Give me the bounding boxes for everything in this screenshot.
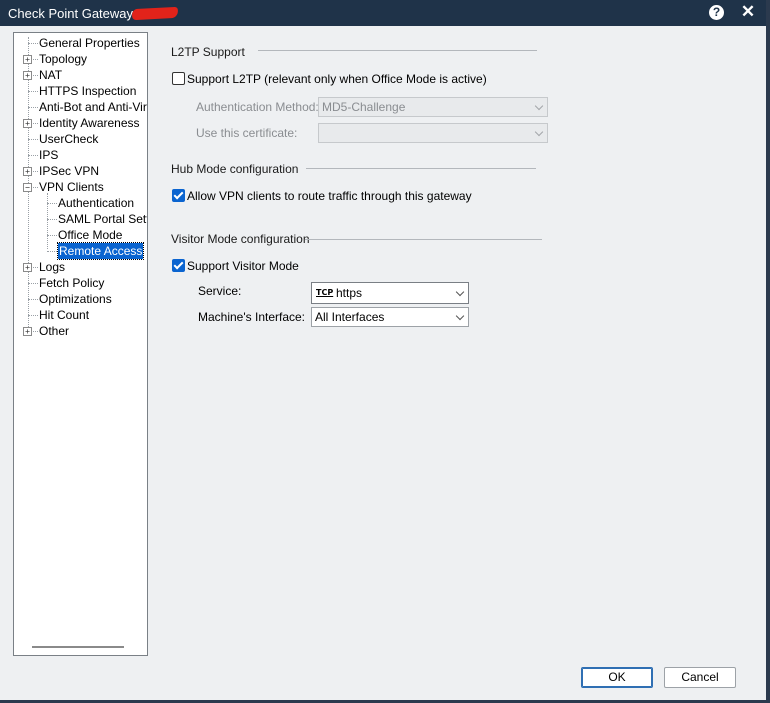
tree-item-label[interactable]: Other <box>39 323 69 339</box>
hub-mode-section-divider <box>306 168 536 169</box>
tree-item[interactable]: IPS <box>14 147 147 163</box>
tree-item[interactable]: + IPSec VPN <box>14 163 147 179</box>
l2tp-section-divider <box>258 50 537 51</box>
expand-icon[interactable]: + <box>23 167 32 176</box>
tree-item[interactable]: Authentication <box>14 195 147 211</box>
tree-item[interactable]: Office Mode <box>14 227 147 243</box>
tree-item-label[interactable]: SAML Portal Settin <box>58 211 147 227</box>
tree-branch-line <box>47 235 57 236</box>
auth-method-select[interactable]: MD5-Challenge <box>318 97 548 117</box>
expand-icon[interactable]: + <box>23 71 32 80</box>
tree-item[interactable]: Hit Count <box>14 307 147 323</box>
expand-icon[interactable]: + <box>23 263 32 272</box>
tree-item[interactable]: Anti-Bot and Anti-Virus <box>14 99 147 115</box>
tree-item[interactable]: + Identity Awareness <box>14 115 147 131</box>
tree-branch-line <box>28 91 38 92</box>
tree-item-label[interactable]: Remote Access <box>56 242 145 260</box>
tree-item[interactable]: + Logs <box>14 259 147 275</box>
tree-item[interactable]: − VPN Clients <box>14 179 147 195</box>
tree-branch-line <box>28 155 38 156</box>
ok-button[interactable]: OK <box>581 667 653 688</box>
chevron-down-icon <box>534 101 544 111</box>
tree-item-label[interactable]: IPSec VPN <box>39 163 99 179</box>
redacted-gateway-name <box>131 6 179 21</box>
auth-method-value: MD5-Challenge <box>322 100 406 114</box>
allow-vpn-routing-checkbox[interactable] <box>172 189 185 202</box>
chevron-down-icon <box>455 311 465 321</box>
tree-item-label[interactable]: Anti-Bot and Anti-Virus <box>39 99 147 115</box>
tree-branch-line <box>28 107 38 108</box>
certificate-label: Use this certificate: <box>196 126 298 140</box>
tree-item-label[interactable]: Fetch Policy <box>39 275 104 291</box>
title-bar[interactable]: Check Point Gateway - ? ✕ <box>0 0 766 26</box>
tree-branch-line <box>28 43 38 44</box>
tree-item-label[interactable]: Office Mode <box>58 227 122 243</box>
window-right-edge <box>766 0 770 703</box>
tree-item-label[interactable]: Authentication <box>58 195 134 211</box>
support-visitor-mode-checkbox[interactable] <box>172 259 185 272</box>
tree-item[interactable]: HTTPS Inspection <box>14 83 147 99</box>
tree-item-label[interactable]: Topology <box>39 51 87 67</box>
tree-item[interactable]: General Properties <box>14 35 147 51</box>
tree-branch-line <box>28 139 38 140</box>
collapse-icon[interactable]: − <box>23 183 32 192</box>
tree-branch-line <box>47 251 57 252</box>
tree-item[interactable]: Optimizations <box>14 291 147 307</box>
close-icon[interactable]: ✕ <box>740 2 756 22</box>
visitor-mode-section-divider <box>305 239 542 240</box>
auth-method-label: Authentication Method: <box>196 100 319 114</box>
tree-branch-line <box>28 283 38 284</box>
chevron-down-icon <box>455 287 465 297</box>
tree-item-label[interactable]: Identity Awareness <box>39 115 140 131</box>
certificate-select[interactable] <box>318 123 548 143</box>
service-value: https <box>336 286 363 300</box>
tree-item-label[interactable]: General Properties <box>39 35 140 51</box>
support-l2tp-checkbox[interactable] <box>172 72 185 85</box>
tree-item-label[interactable]: Logs <box>39 259 65 275</box>
machine-interface-label: Machine's Interface: <box>198 310 306 324</box>
tree-item[interactable]: + NAT <box>14 67 147 83</box>
cancel-button[interactable]: Cancel <box>664 667 736 688</box>
tree-branch-line <box>28 315 38 316</box>
window-title: Check Point Gateway - <box>8 6 141 21</box>
expand-icon[interactable]: + <box>23 327 32 336</box>
expand-icon[interactable]: + <box>23 119 32 128</box>
tree-item-label[interactable]: Hit Count <box>39 307 89 323</box>
support-l2tp-label[interactable]: Support L2TP (relevant only when Office … <box>187 72 487 86</box>
machine-interface-value: All Interfaces <box>315 310 385 324</box>
allow-vpn-routing-label[interactable]: Allow VPN clients to route traffic throu… <box>187 189 472 203</box>
tree-branch-line <box>28 299 38 300</box>
service-select[interactable]: TCP https <box>311 282 469 304</box>
tree-item[interactable]: UserCheck <box>14 131 147 147</box>
tree-branch-line <box>47 219 57 220</box>
tree-item-label[interactable]: NAT <box>39 67 62 83</box>
machine-interface-select[interactable]: All Interfaces <box>311 307 469 327</box>
navigation-tree[interactable]: General Properties + Topology + NAT HTTPS Ins… <box>13 32 148 656</box>
tree-branch-line <box>47 203 57 204</box>
chevron-down-icon <box>534 127 544 137</box>
tree-item-label[interactable]: HTTPS Inspection <box>39 83 136 99</box>
tree-item-label[interactable]: Optimizations <box>39 291 112 307</box>
gateway-properties-window: Check Point Gateway - ? ✕ General Proper… <box>0 0 766 700</box>
visitor-mode-section-title: Visitor Mode configuration <box>171 232 310 246</box>
tree-item-label[interactable]: VPN Clients <box>39 179 104 195</box>
tree-horizontal-scrollbar[interactable] <box>32 646 124 648</box>
service-label: Service: <box>198 284 242 298</box>
tree-item[interactable]: + Topology <box>14 51 147 67</box>
help-icon[interactable]: ? <box>709 5 724 20</box>
tree-item[interactable]: Fetch Policy <box>14 275 147 291</box>
expand-icon[interactable]: + <box>23 55 32 64</box>
tree-item[interactable]: Remote Access <box>14 242 147 260</box>
tree-item-label[interactable]: IPS <box>39 147 58 163</box>
tree-item[interactable]: SAML Portal Settin <box>14 211 147 227</box>
tree-item[interactable]: + Other <box>14 323 147 339</box>
hub-mode-section-title: Hub Mode configuration <box>171 162 299 176</box>
tree-item-label[interactable]: UserCheck <box>39 131 98 147</box>
tcp-service-icon: TCP <box>316 288 334 297</box>
l2tp-section-title: L2TP Support <box>171 45 245 59</box>
support-visitor-mode-label[interactable]: Support Visitor Mode <box>187 259 299 273</box>
